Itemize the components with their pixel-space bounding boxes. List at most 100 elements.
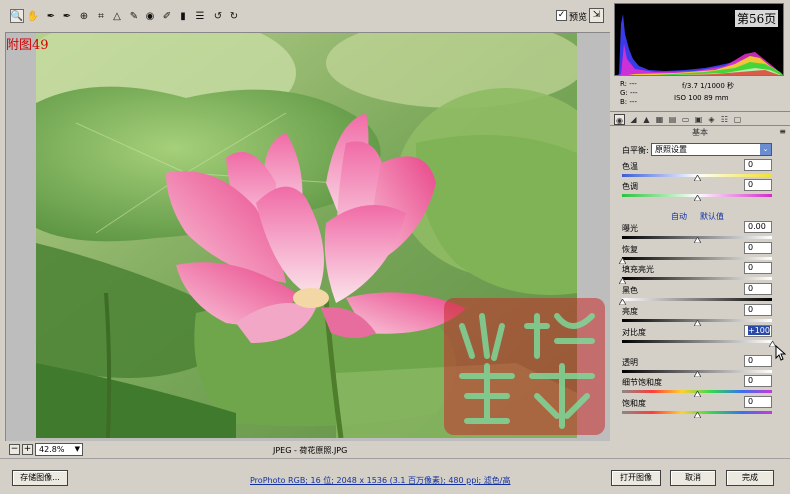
slider-label-exposure: 曝光 xyxy=(622,224,638,233)
slider-value-clarity[interactable]: 0 xyxy=(744,355,772,367)
file-name: JPEG - 荷花原照.JPG xyxy=(273,446,348,455)
tab-detail-icon[interactable]: ▲ xyxy=(641,114,652,125)
readout-r: R: --- xyxy=(620,80,637,88)
chevron-down-icon: ⌄ xyxy=(760,144,771,155)
slider-thumb-clarity[interactable] xyxy=(694,371,701,377)
white-balance-label: 白平衡: xyxy=(622,146,649,155)
preview-checkbox[interactable]: ✓ xyxy=(556,10,567,21)
slider-value-exposure[interactable]: 0.00 xyxy=(744,221,772,233)
slider-label-fill-light: 填充亮光 xyxy=(622,265,654,274)
zoom-tool-icon[interactable]: 🔍 xyxy=(10,9,24,23)
done-button[interactable]: 完成 xyxy=(726,470,774,486)
slider-label-brightness: 亮度 xyxy=(622,307,638,316)
tab-presets-icon[interactable]: ☷ xyxy=(719,114,730,125)
exif-iso-focal: ISO 100 89 mm xyxy=(674,94,729,102)
slider-value-blacks[interactable]: 0 xyxy=(744,283,772,295)
slider-thumb-brightness[interactable] xyxy=(694,320,701,326)
bottom-bar: 存储图像... ProPhoto RGB; 16 位; 2048 x 1536 … xyxy=(0,458,790,494)
zoom-out-button[interactable]: − xyxy=(9,444,20,455)
preferences-list-icon[interactable]: ☰ xyxy=(193,9,207,23)
preview-status-bar: − + 42.8% ▼ JPEG - 荷花原照.JPG xyxy=(5,441,610,458)
slider-thumb-blacks[interactable] xyxy=(619,299,626,305)
target-adjust-tool-icon[interactable]: ⊕ xyxy=(77,9,91,23)
white-balance-tool-icon[interactable]: ✒ xyxy=(44,9,58,23)
slider-value-recovery[interactable]: 0 xyxy=(744,242,772,254)
zoom-in-button[interactable]: + xyxy=(22,444,33,455)
workflow-options-link[interactable]: ProPhoto RGB; 16 位; 2048 x 1536 (3.1 百万像… xyxy=(250,475,510,486)
slider-label-blacks: 黑色 xyxy=(622,286,638,295)
white-balance-value: 原照设置 xyxy=(655,145,687,154)
right-panel: 第56页 R: --- G: --- B: --- f/3.7 1/1000 秒… xyxy=(610,0,790,458)
readout-g: G: --- xyxy=(620,89,638,97)
slider-track-fill-light[interactable] xyxy=(622,277,772,280)
tab-tone-curve-icon[interactable]: ◢ xyxy=(628,114,639,125)
watermark-stamp xyxy=(444,298,605,435)
slider-value-text: 0.00 xyxy=(748,222,766,231)
straighten-tool-icon[interactable]: △ xyxy=(110,9,124,23)
tab-snapshots-icon[interactable]: ▢ xyxy=(732,114,743,125)
tab-hsl-icon[interactable]: ▦ xyxy=(654,114,665,125)
page-number: 第56页 xyxy=(735,10,779,27)
slider-label-contrast: 对比度 xyxy=(622,328,646,337)
slider-value-text: 0 xyxy=(748,180,754,189)
slider-value-text: 0 xyxy=(748,397,754,406)
default-link[interactable]: 默认值 xyxy=(700,211,724,222)
white-balance-select[interactable]: 原照设置 ⌄ xyxy=(651,143,772,156)
save-image-button[interactable]: 存储图像... xyxy=(12,470,68,486)
slider-thumb-vibrance[interactable] xyxy=(694,391,701,397)
slider-value-text: 0 xyxy=(748,243,754,252)
tab-effects-icon[interactable]: ▣ xyxy=(693,114,704,125)
slider-thumb-saturation[interactable] xyxy=(694,412,701,418)
readout-b: B: --- xyxy=(620,98,637,106)
retouch-tool-icon[interactable]: ✎ xyxy=(127,9,141,23)
section-title: 基本 xyxy=(692,128,708,137)
panel-menu-icon[interactable]: ≡ xyxy=(779,127,786,136)
slider-value-text: 0 xyxy=(748,284,754,293)
crop-tool-icon[interactable]: ⌗ xyxy=(94,9,108,23)
color-sampler-tool-icon[interactable]: ✒ xyxy=(60,9,74,23)
slider-value-temperature[interactable]: 0 xyxy=(744,159,772,171)
slider-label-clarity: 透明 xyxy=(622,358,638,367)
slider-track-recovery[interactable] xyxy=(622,257,772,260)
panel-tabs: ◉ ◢ ▲ ▦ ▤ ▭ ▣ ◈ ☷ ▢ xyxy=(610,111,790,126)
tab-camera-calibration-icon[interactable]: ◈ xyxy=(706,114,717,125)
slider-thumb-tint[interactable] xyxy=(694,195,701,201)
slider-value-contrast[interactable]: +100 xyxy=(744,325,772,337)
slider-value-tint[interactable]: 0 xyxy=(744,179,772,191)
slider-label-tint: 色调 xyxy=(622,182,638,191)
preview-label: 预览 xyxy=(569,13,588,23)
slider-thumb-temperature[interactable] xyxy=(694,175,701,181)
camera-readout: R: --- G: --- B: --- f/3.7 1/1000 秒 ISO … xyxy=(614,76,784,106)
slider-value-text: +100 xyxy=(748,326,770,335)
zoom-level-select[interactable]: 42.8% ▼ xyxy=(35,443,83,456)
tab-basic-icon[interactable]: ◉ xyxy=(614,114,625,125)
open-image-button[interactable]: 打开图像 xyxy=(611,470,661,486)
tab-split-toning-icon[interactable]: ▤ xyxy=(667,114,678,125)
auto-link[interactable]: 自动 xyxy=(671,211,687,222)
red-eye-tool-icon[interactable]: ◉ xyxy=(143,9,157,23)
slider-value-saturation[interactable]: 0 xyxy=(744,396,772,408)
rotate-left-icon[interactable]: ↺ xyxy=(211,9,225,23)
graduated-filter-tool-icon[interactable]: ▮ xyxy=(176,9,190,23)
cancel-button[interactable]: 取消 xyxy=(670,470,716,486)
slider-value-vibrance[interactable]: 0 xyxy=(744,375,772,387)
slider-value-text: 0 xyxy=(748,376,754,385)
toolbar: 🔍 ✋ ✒ ✒ ⊕ ⌗ △ ✎ ◉ ✐ ▮ ☰ ↺ ↻ ✓ 预览 ⇲ xyxy=(0,0,610,32)
mouse-cursor-icon xyxy=(775,345,786,361)
slider-value-fill-light[interactable]: 0 xyxy=(744,262,772,274)
adjustment-brush-tool-icon[interactable]: ✐ xyxy=(160,9,174,23)
hand-tool-icon[interactable]: ✋ xyxy=(26,9,40,23)
slider-track-blacks[interactable] xyxy=(622,298,772,301)
slider-label-temperature: 色温 xyxy=(622,162,638,171)
slider-value-text: 0 xyxy=(748,263,754,272)
tab-lens-icon[interactable]: ▭ xyxy=(680,114,691,125)
slider-track-contrast[interactable] xyxy=(622,340,772,343)
exif-aperture-shutter: f/3.7 1/1000 秒 xyxy=(682,82,735,90)
zoom-level-value: 42.8% xyxy=(39,445,65,454)
slider-value-brightness[interactable]: 0 xyxy=(744,304,772,316)
slider-thumb-exposure[interactable] xyxy=(694,237,701,243)
chevron-down-icon: ▼ xyxy=(74,445,80,453)
rotate-right-icon[interactable]: ↻ xyxy=(227,9,241,23)
fullscreen-icon[interactable]: ⇲ xyxy=(589,8,604,23)
slider-thumb-fill-light[interactable] xyxy=(619,278,626,284)
